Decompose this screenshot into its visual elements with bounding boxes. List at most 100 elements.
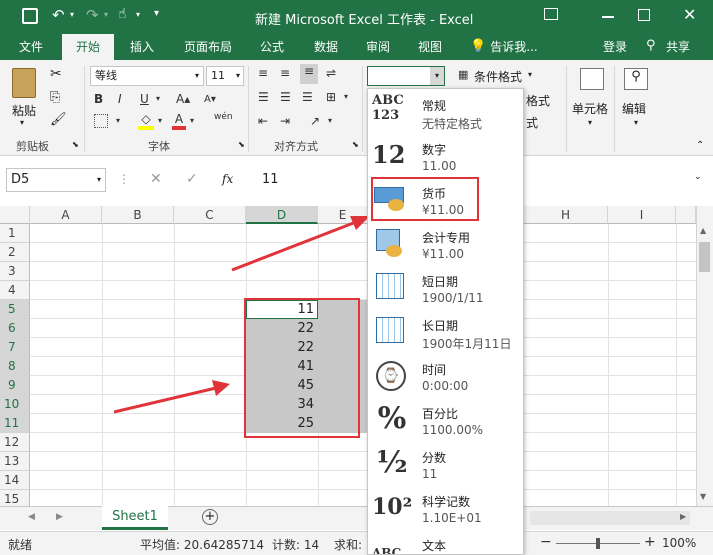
cells-dropdown-icon[interactable]: ▾ — [588, 118, 592, 127]
align-middle-icon[interactable]: ≡ — [280, 66, 290, 80]
alignment-launcher-icon[interactable]: ⬊ — [352, 140, 359, 149]
collapse-ribbon-icon[interactable]: ⌃ — [696, 140, 704, 151]
font-size-box[interactable]: 11 ▾ — [206, 66, 244, 86]
undo-dropdown-icon[interactable]: ▾ — [70, 10, 74, 19]
tab-data[interactable]: 数据 — [304, 34, 348, 60]
border-icon[interactable] — [94, 114, 108, 128]
cells-button[interactable]: 单元格 — [572, 100, 608, 117]
conditional-format-button[interactable]: 条件格式 — [474, 68, 522, 85]
format-long-date[interactable]: 长日期 1900年1月11日 — [368, 309, 523, 353]
edit-button[interactable]: 编辑 — [622, 100, 646, 117]
maximize-icon[interactable] — [638, 9, 650, 21]
font-launcher-icon[interactable]: ⬊ — [238, 140, 245, 149]
customize-qat-icon[interactable]: ▾ — [154, 8, 159, 19]
increase-indent-icon[interactable]: ⇥ — [280, 114, 290, 128]
format-scientific[interactable]: 10² 科学记数 1.10E+01 — [368, 485, 523, 529]
underline-icon[interactable]: U — [140, 92, 149, 106]
scroll-right-icon[interactable]: ▶ — [680, 512, 686, 521]
italic-icon[interactable]: I — [118, 92, 122, 106]
ribbon-display-icon[interactable] — [544, 8, 558, 20]
expand-formula-icon[interactable]: ⌄ — [694, 172, 702, 182]
formula-bar-handle-icon[interactable]: ⋮ — [118, 172, 130, 186]
name-box[interactable]: D5 ▾ — [6, 168, 106, 192]
add-sheet-icon[interactable]: + — [202, 509, 218, 525]
format-painter-icon[interactable]: 🖌 — [50, 112, 67, 127]
fill-color-icon[interactable]: ◇ — [138, 112, 154, 130]
conditional-format-dropdown-icon[interactable]: ▾ — [528, 70, 532, 79]
tab-insert[interactable]: 插入 — [118, 34, 166, 60]
cut-icon[interactable]: ✂ — [50, 66, 62, 82]
search-icon[interactable]: ⚲ — [624, 68, 648, 90]
worksheet[interactable]: A B C D E H I 1 2 3 4 5 6 7 8 9 10 11 12… — [0, 206, 713, 509]
tab-formulas[interactable]: 公式 — [250, 34, 294, 60]
enter-icon[interactable]: ✓ — [186, 171, 198, 187]
format-text[interactable]: ABC 文本 — [368, 529, 523, 554]
prev-sheet-icon[interactable]: ◀ — [28, 512, 35, 522]
share-button[interactable]: 共享 — [660, 34, 696, 60]
grow-font-icon[interactable]: A▴ — [176, 92, 190, 106]
font-color-icon[interactable]: A — [172, 112, 186, 130]
border-dropdown-icon[interactable]: ▾ — [116, 116, 120, 125]
undo-icon[interactable]: ↶ — [52, 6, 65, 24]
formula-input[interactable]: 11 — [262, 172, 279, 187]
tab-view[interactable]: 视图 — [408, 34, 452, 60]
tab-page-layout[interactable]: 页面布局 — [176, 34, 240, 60]
merge-icon[interactable]: ⊞ — [326, 90, 336, 104]
format-accounting[interactable]: 会计专用 ¥11.00 — [368, 221, 523, 265]
font-name-box[interactable]: 等线 ▾ — [90, 66, 204, 86]
zoom-out-icon[interactable]: − — [540, 534, 552, 550]
redo-icon[interactable]: ↷ — [86, 6, 99, 24]
number-format-dropdown[interactable]: ABC 123 常规 无特定格式 12 数字 11.00 货币 ¥11.00 会计… — [367, 88, 524, 555]
bold-icon[interactable]: B — [94, 92, 103, 106]
touch-mode-icon[interactable]: ☝ — [118, 6, 127, 22]
touch-dropdown-icon[interactable]: ▾ — [136, 10, 140, 19]
next-sheet-icon[interactable]: ▶ — [56, 512, 63, 522]
zoom-level[interactable]: 100% — [662, 536, 696, 550]
align-left-icon[interactable]: ☰ — [258, 90, 269, 104]
number-format-box[interactable]: ▾ — [367, 66, 445, 86]
align-right-icon[interactable]: ☰ — [302, 90, 313, 104]
orientation-dropdown-icon[interactable]: ▾ — [328, 116, 332, 125]
tab-file[interactable]: 文件 — [8, 34, 54, 60]
conditional-format-icon[interactable]: ▦ — [458, 68, 468, 81]
paste-dropdown-icon[interactable]: ▾ — [20, 118, 24, 127]
underline-dropdown-icon[interactable]: ▾ — [156, 94, 160, 103]
edit-dropdown-icon[interactable]: ▾ — [634, 118, 638, 127]
zoom-in-icon[interactable]: + — [644, 534, 656, 550]
paste-icon[interactable] — [12, 68, 36, 98]
format-time[interactable]: ⌚ 时间 0:00:00 — [368, 353, 523, 397]
align-bottom-icon[interactable]: ≡ — [300, 64, 318, 84]
login-link[interactable]: 登录 — [598, 34, 632, 60]
zoom-slider-thumb[interactable] — [596, 538, 600, 549]
align-top-icon[interactable]: ≡ — [258, 66, 268, 80]
tell-me-box[interactable]: 告诉我... — [486, 34, 542, 60]
format-as-table-fragment[interactable]: 格式 — [526, 92, 550, 109]
cell-styles-fragment[interactable]: 式 — [526, 114, 538, 131]
fill-dropdown-icon[interactable]: ▾ — [158, 116, 162, 125]
tab-home[interactable]: 开始 — [62, 34, 114, 60]
shrink-font-icon[interactable]: A▾ — [204, 94, 216, 105]
align-center-icon[interactable]: ☰ — [280, 90, 291, 104]
font-color-dropdown-icon[interactable]: ▾ — [190, 116, 194, 125]
cells-icon[interactable] — [580, 68, 604, 90]
close-icon[interactable]: ✕ — [683, 5, 696, 24]
copy-icon[interactable]: ⎘ — [50, 90, 60, 105]
clipboard-launcher-icon[interactable]: ⬊ — [72, 140, 79, 149]
redo-dropdown-icon[interactable]: ▾ — [104, 10, 108, 19]
format-fraction[interactable]: ½ 分数 11 — [368, 441, 523, 485]
format-percentage[interactable]: % 百分比 1100.00% — [368, 397, 523, 441]
paste-button-label[interactable]: 粘贴 — [12, 102, 36, 119]
sheet-tab-sheet1[interactable]: Sheet1 — [102, 506, 168, 530]
format-short-date[interactable]: 短日期 1900/1/11 — [368, 265, 523, 309]
save-icon[interactable] — [22, 8, 38, 24]
merge-dropdown-icon[interactable]: ▾ — [344, 92, 348, 101]
horizontal-scrollbar[interactable] — [530, 511, 690, 525]
format-number[interactable]: 12 数字 11.00 — [368, 133, 523, 177]
minimize-icon[interactable] — [602, 16, 614, 18]
format-general[interactable]: ABC 123 常规 无特定格式 — [368, 89, 523, 133]
orientation-icon[interactable]: ↗ — [310, 114, 320, 128]
tab-review[interactable]: 审阅 — [356, 34, 400, 60]
insert-function-icon[interactable]: fx — [222, 172, 233, 186]
cancel-icon[interactable]: ✕ — [150, 171, 162, 187]
wrap-text-icon[interactable]: ⇌ — [326, 66, 336, 80]
